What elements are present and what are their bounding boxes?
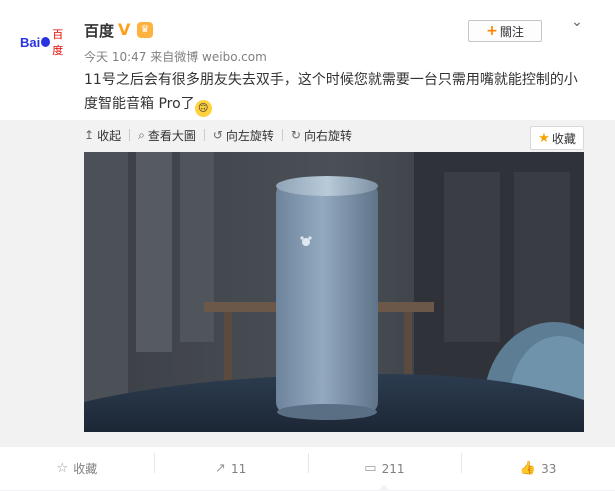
crown-icon: ♛ <box>137 22 153 38</box>
rotate-right-label: 向右旋转 <box>303 128 352 143</box>
star-outline-icon: ☆ <box>56 461 69 476</box>
repost-count: 11 <box>230 461 247 476</box>
post-text: 11号之后会有很多朋友失去双手，这个时候您就需要一台只需用嘴就能控制的小度智能音… <box>84 68 584 117</box>
like-button[interactable]: 👍 33 <box>461 447 615 490</box>
view-large-button[interactable]: ⌕ 查看大圖 <box>138 127 196 144</box>
follow-label: 關注 <box>499 24 524 39</box>
favorite-image-label: 收藏 <box>551 131 576 146</box>
favorite-image-button[interactable]: ★ 收藏 <box>530 126 584 150</box>
repost-icon: ↗ <box>215 461 226 476</box>
chevron-down-icon[interactable]: ⌄ <box>568 14 586 32</box>
divider <box>129 129 131 141</box>
post-meta: 今天 10:47 来自微博 weibo.com <box>84 48 267 65</box>
rotate-left-label: 向左旋转 <box>225 128 274 143</box>
collapse-label: 收起 <box>97 128 122 143</box>
like-count: 33 <box>541 461 557 476</box>
comment-button[interactable]: ▭ 211 <box>307 447 462 491</box>
favorite-button[interactable]: ☆ 收藏 <box>0 447 154 490</box>
avatar[interactable]: Bai 百度 <box>20 24 72 60</box>
arrow-up-icon: ↥ <box>84 128 95 142</box>
post-image[interactable] <box>84 152 584 432</box>
post-text-body: 11号之后会有很多朋友失去双手，这个时候您就需要一台只需用嘴就能控制的小度智能音… <box>84 72 578 112</box>
post-source[interactable]: 来自微博 weibo.com <box>150 50 267 64</box>
collapse-button[interactable]: ↥ 收起 <box>84 127 121 144</box>
post-time[interactable]: 今天 10:47 <box>84 50 146 64</box>
media-toolbar: ↥ 收起 ⌕ 查看大圖 ↺ 向左旋转 ↻ 向右旋转 <box>84 125 352 145</box>
comment-count: 211 <box>381 461 405 476</box>
emoji-icon: 🙃 <box>194 100 212 117</box>
rotate-left-icon: ↺ <box>212 128 223 142</box>
verified-icon: V <box>118 20 131 39</box>
plus-icon: + <box>486 23 498 39</box>
paw-icon <box>41 37 51 47</box>
search-icon: ⌕ <box>138 127 145 142</box>
post-actions: ☆ 收藏 ↗ 11 ▭ 211 👍 33 <box>0 446 615 491</box>
comment-icon: ▭ <box>364 461 377 476</box>
avatar-logo-cn: 百度 <box>52 28 64 57</box>
divider <box>203 129 205 141</box>
rotate-right-icon: ↻ <box>290 128 301 142</box>
follow-button[interactable]: + 關注 <box>468 20 542 42</box>
favorite-label: 收藏 <box>73 462 98 476</box>
weibo-post-card: Bai 百度 百度 V ♛ 今天 10:47 来自微博 weibo.com + … <box>0 0 615 491</box>
divider <box>281 129 283 141</box>
repost-button[interactable]: ↗ 11 <box>153 447 308 490</box>
rotate-right-button[interactable]: ↻ 向右旋转 <box>291 127 352 144</box>
view-large-label: 查看大圖 <box>147 128 196 143</box>
speaker-photo <box>84 152 584 432</box>
user-name[interactable]: 百度 <box>84 20 114 41</box>
thumbs-up-icon: 👍 <box>519 461 537 476</box>
avatar-logo-text: Bai <box>20 34 41 50</box>
rotate-left-button[interactable]: ↺ 向左旋转 <box>213 127 274 144</box>
star-icon: ★ <box>538 130 550 146</box>
